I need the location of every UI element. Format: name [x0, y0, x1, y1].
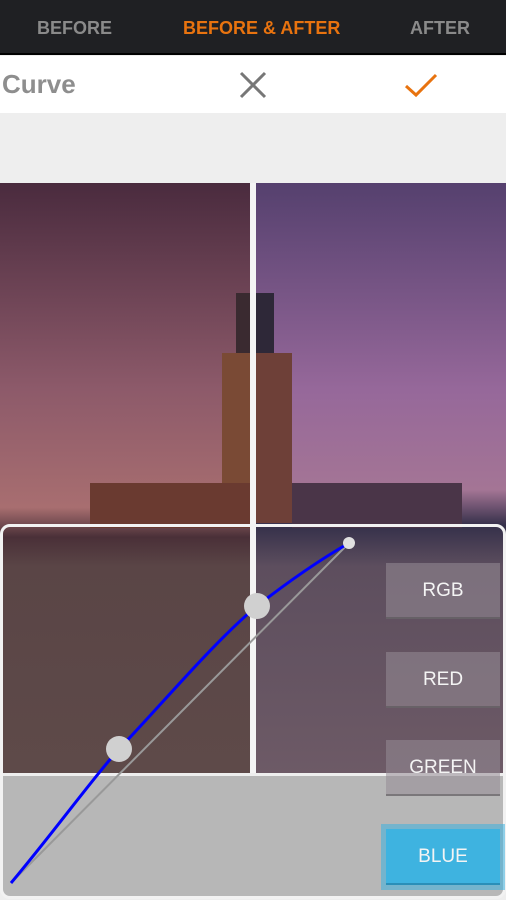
tab-after[interactable]: AFTER — [410, 0, 470, 55]
curve-control-point — [106, 736, 132, 762]
curve-control-point — [343, 537, 355, 549]
page-title: Curve — [2, 69, 76, 99]
tab-before[interactable]: BEFORE — [37, 0, 112, 55]
check-icon[interactable] — [404, 68, 438, 102]
channel-rgb-button[interactable]: RGB — [386, 563, 500, 619]
view-mode-tabs: BEFORE BEFORE & AFTER AFTER — [0, 0, 506, 55]
curve-control-point — [244, 593, 270, 619]
identity-line — [10, 542, 350, 884]
channel-blue-button[interactable]: BLUE — [386, 829, 500, 885]
close-icon[interactable] — [236, 68, 270, 102]
channel-red-button[interactable]: RED — [386, 652, 500, 708]
channel-green-button[interactable]: GREEN — [386, 740, 500, 796]
tab-before-after[interactable]: BEFORE & AFTER — [183, 0, 340, 55]
toolbar: Curve — [0, 56, 506, 113]
